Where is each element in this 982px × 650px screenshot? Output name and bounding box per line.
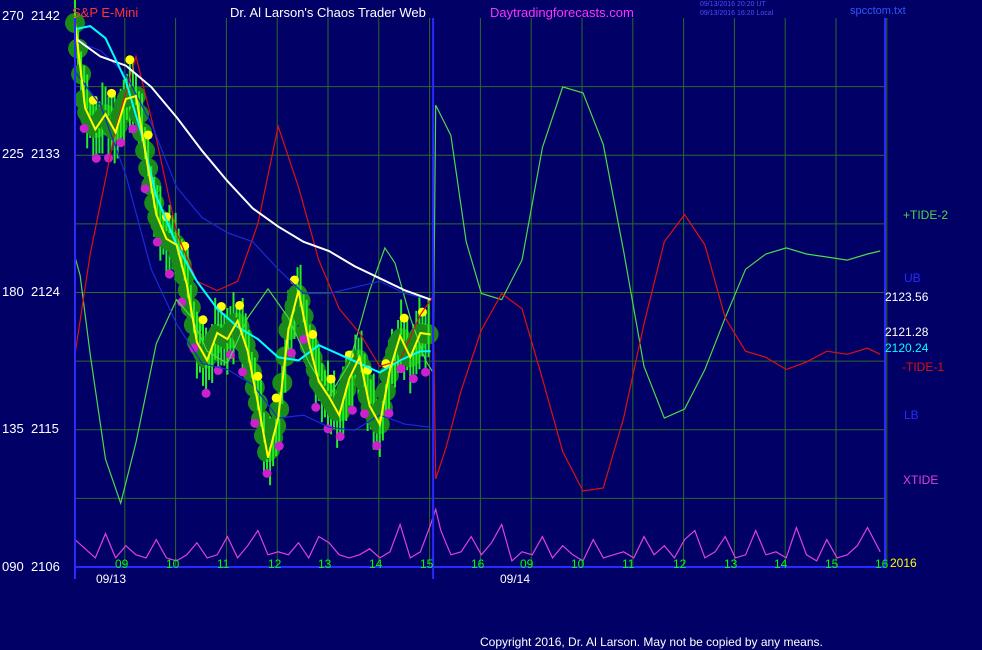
high-dot [107, 88, 117, 98]
x-tick-label: 15 [420, 557, 434, 571]
series-line-xtide [74, 507, 881, 562]
x-tick-label: 10 [571, 557, 585, 571]
low-dot [274, 441, 284, 451]
low-dot [164, 269, 174, 279]
low-dot [262, 468, 272, 478]
low-dot [201, 388, 211, 398]
right-label-cyan-ma: 2120.24 [885, 341, 929, 355]
x-tick-label: 11 [622, 557, 635, 571]
site-label: Daytradingforecasts.com [490, 5, 634, 20]
low-dot [286, 348, 296, 358]
date-label-0: 09/13 [96, 572, 127, 586]
high-dot [253, 371, 263, 381]
high-dot [289, 275, 299, 285]
x-tick-label: 13 [724, 557, 738, 571]
low-dot [152, 237, 162, 247]
x-tick-label: 16 [875, 557, 889, 571]
low-dot [360, 409, 370, 419]
low-dot [250, 418, 260, 428]
x-tick-label: 12 [268, 557, 282, 571]
right-label-xtide: XTIDE [903, 473, 939, 487]
y-axis-label-3: 135 2115 [2, 421, 59, 436]
high-dot [399, 313, 409, 323]
high-dot [198, 315, 208, 325]
right-label-price: 2121.28 [885, 325, 929, 339]
right-label-white-ma: 2123.56 [885, 290, 929, 304]
file-label: spcctom.txt [850, 5, 906, 17]
y-axis-label-4: 090 2106 [2, 559, 60, 574]
low-dot [311, 402, 321, 412]
date-label-1: 09/14 [500, 572, 531, 586]
high-dot [125, 55, 135, 65]
low-dot [347, 405, 357, 415]
timestamp-ut: 09/13/2016 20:20 UT [700, 1, 766, 8]
series-line-ub [74, 40, 431, 301]
low-dot [396, 364, 406, 374]
x-tick-label: 15 [825, 557, 839, 571]
series-line-2120-24 [74, 25, 431, 374]
chart-plot [65, 0, 888, 579]
x-tick-label: 14 [774, 557, 788, 571]
low-dot [128, 124, 138, 134]
y-axis-label-2: 180 2124 [2, 284, 60, 299]
y-axis-label-1: 225 2133 [2, 146, 60, 161]
high-dot [326, 374, 336, 384]
low-dot [116, 138, 126, 148]
low-dot [408, 374, 418, 384]
low-dot [335, 431, 345, 441]
right-label-ub: UB [904, 271, 921, 285]
low-dot [421, 367, 431, 377]
timestamp-local: 09/13/2016 16:20 Local [700, 10, 774, 17]
x-tick-label: 14 [369, 557, 383, 571]
x-tick-label: 09 [115, 557, 129, 571]
series-line-2123-56 [74, 37, 431, 301]
x-tick-label: 12 [673, 557, 687, 571]
right-label-lb: LB [904, 408, 919, 422]
low-dot [140, 184, 150, 194]
x-tick-label: 16 [471, 557, 485, 571]
low-dot [91, 153, 101, 163]
y-axis-label-0: 270 2142 [2, 8, 60, 23]
symbol-label: S&P E-Mini [72, 5, 139, 20]
right-label-tide-plus: +TIDE-2 [903, 208, 949, 222]
low-dot [79, 123, 89, 133]
low-dot [238, 367, 248, 377]
high-dot [308, 329, 318, 339]
high-dot [143, 130, 153, 140]
low-dot [384, 408, 394, 418]
copyright-notice: Copyright 2016, Dr. Al Larson. May not b… [480, 635, 823, 649]
year-label: 2016 [890, 556, 917, 570]
right-label-tide-minus: -TIDE-1 [902, 360, 944, 374]
series-line--tide-1 [74, 54, 881, 492]
low-dot [372, 441, 382, 451]
x-tick-label: 09 [520, 557, 534, 571]
high-dot [235, 300, 245, 310]
x-tick-label: 11 [217, 557, 230, 571]
x-tick-label: 13 [318, 557, 332, 571]
x-tick-label: 10 [166, 557, 180, 571]
chart-title: Dr. Al Larson's Chaos Trader Web [230, 5, 426, 20]
